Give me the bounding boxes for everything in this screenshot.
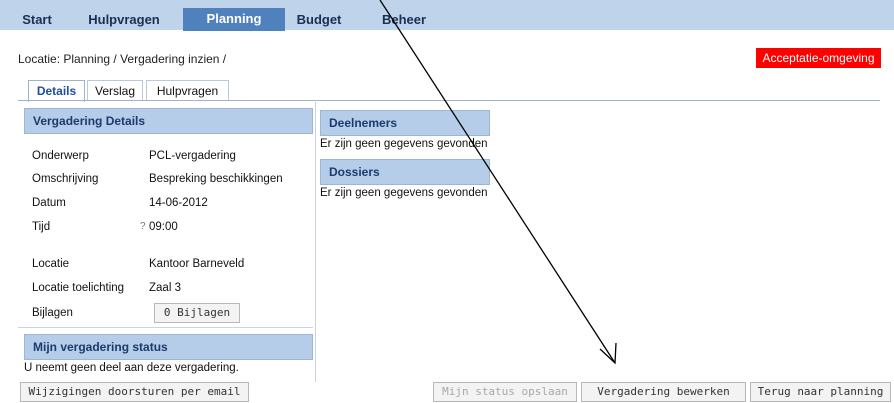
tab-underline bbox=[18, 100, 880, 101]
section-header-dossiers: Dossiers bbox=[320, 159, 490, 185]
value-tijd: 09:00 bbox=[149, 221, 178, 233]
value-onderwerp: PCL-vergadering bbox=[149, 150, 236, 162]
label-locatie: Locatie bbox=[32, 258, 70, 270]
tab-verslag[interactable]: Verslag bbox=[87, 80, 143, 101]
nav-tab-hulpvragen[interactable]: Hulpvragen bbox=[74, 9, 174, 31]
section-header-details: Vergadering Details bbox=[24, 108, 313, 134]
environment-badge: Acceptatie-omgeving bbox=[756, 48, 881, 68]
nav-tab-beheer[interactable]: Beheer bbox=[378, 9, 430, 31]
section-header-deelnemers: Deelnemers bbox=[320, 110, 490, 136]
deelnemers-empty-text: Er zijn geen gegevens gevonden bbox=[320, 138, 488, 150]
label-datum: Datum bbox=[32, 197, 66, 209]
tijd-help-icon: ? bbox=[140, 221, 146, 232]
value-locatie: Kantoor Barneveld bbox=[149, 258, 245, 270]
bijlagen-button[interactable]: 0 Bijlagen bbox=[154, 303, 240, 323]
back-to-planning-button[interactable]: Terug naar planning bbox=[750, 382, 891, 402]
save-status-button[interactable]: Mijn status opslaan bbox=[433, 382, 577, 402]
breadcrumb: Locatie: Planning / Vergadering inzien / bbox=[18, 52, 227, 66]
nav-tab-planning[interactable]: Planning bbox=[183, 8, 285, 31]
nav-tab-start[interactable]: Start bbox=[14, 9, 60, 31]
label-locatie-toelichting: Locatie toelichting bbox=[32, 282, 125, 294]
label-tijd: Tijd bbox=[32, 221, 51, 233]
section-header-status: Mijn vergadering status bbox=[24, 334, 313, 360]
nav-tab-budget[interactable]: Budget bbox=[294, 9, 344, 31]
status-text: U neemt geen deel aan deze vergadering. bbox=[24, 362, 239, 374]
value-datum: 14-06-2012 bbox=[149, 197, 208, 209]
value-omschrijving: Bespreking beschikkingen bbox=[149, 173, 283, 185]
tab-details[interactable]: Details bbox=[28, 80, 85, 102]
column-divider bbox=[315, 102, 316, 382]
top-navigation-bar: Start Hulpvragen Planning Budget Beheer bbox=[0, 0, 894, 31]
divider bbox=[18, 327, 313, 328]
email-changes-button[interactable]: Wijzigingen doorsturen per email bbox=[20, 382, 249, 402]
value-locatie-toelichting: Zaal 3 bbox=[149, 282, 181, 294]
edit-meeting-button[interactable]: Vergadering bewerken bbox=[581, 382, 746, 402]
label-onderwerp: Onderwerp bbox=[32, 150, 89, 162]
tab-hulpvragen[interactable]: Hulpvragen bbox=[146, 80, 229, 101]
label-omschrijving: Omschrijving bbox=[32, 173, 99, 185]
dossiers-empty-text: Er zijn geen gegevens gevonden bbox=[320, 187, 488, 199]
label-bijlagen: Bijlagen bbox=[32, 307, 73, 319]
